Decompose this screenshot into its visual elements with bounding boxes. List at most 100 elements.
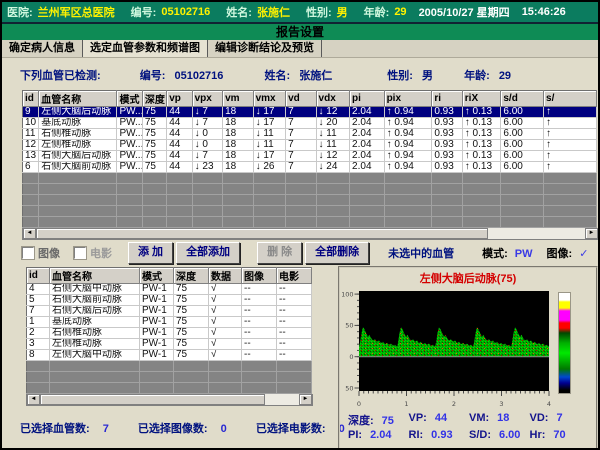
table-cell: 7 [27,306,50,317]
table-row[interactable]: 3左侧椎动脉PW-175√---- [27,339,312,350]
action-row: 图像 电影 添 加 全部添加 删 除 全部删除 未选中的血管 模式:PW 图像:… [22,242,596,264]
scroll-left-button[interactable]: ◄ [23,228,36,239]
tab-vessel-params[interactable]: 选定血管参数和频谱图 [83,40,208,57]
table-row[interactable]: 4右侧大脑中动脉PW-175√---- [27,284,312,295]
column-header[interactable]: vpx [192,91,222,107]
column-header[interactable]: 电影 [277,268,312,284]
horizontal-scrollbar[interactable]: ◄ ► [26,394,313,406]
table-row[interactable]: 7右侧大脑后动脉PW-175√---- [27,306,312,317]
table-row[interactable]: 5右侧大脑前动脉PW-175√---- [27,295,312,306]
pi-value: 2.04 [370,429,391,441]
table-row[interactable]: 8左侧大脑中动脉PW-175√---- [27,350,312,361]
column-header[interactable]: 模式 [140,268,174,284]
table-cell: 基底动脉 [50,317,140,328]
scroll-right-button[interactable]: ► [585,228,598,239]
table-cell: ↓ 17 [253,118,286,129]
empty-row [23,173,597,184]
table-cell: 44 [167,129,192,140]
scrollbar-thumb[interactable] [40,394,265,405]
column-header[interactable]: 血管名称 [39,91,117,107]
column-header[interactable]: 数据 [209,268,242,284]
id-label: 编号: [140,70,166,82]
table-cell: ↓ 0 [192,140,222,151]
page-title: 报告设置 [2,22,598,40]
table-row[interactable]: 12左侧椎动脉PW...7544↓ 018↓ 117↓ 112.04↑ 0.94… [23,140,597,151]
vd-label: VD: [530,412,549,424]
detected-caption: 下列血管已检测: [20,70,101,82]
add-all-button[interactable]: 全部添加 [176,242,240,264]
scroll-right-button[interactable]: ► [299,394,312,405]
vp-label: VP: [409,412,427,424]
column-header[interactable]: id [23,91,39,107]
table-cell: ↓ 11 [316,140,350,151]
age-label: 年龄: [364,4,390,20]
image-checkbox[interactable] [22,247,34,259]
column-header[interactable]: vp [167,91,192,107]
column-header[interactable]: vm [223,91,253,107]
table-cell: PW... [117,129,142,140]
column-header[interactable]: 血管名称 [50,268,140,284]
table-row[interactable]: 13右侧大脑后动脉PW...7544↓ 718↓ 177↓ 122.04↑ 0.… [23,151,597,162]
tab-diagnosis-preview[interactable]: 编辑诊断结论及预览 [208,40,322,57]
column-header[interactable]: 图像 [242,268,277,284]
name-value: 张施仁 [257,4,290,20]
table-cell: 0.93 [432,129,462,140]
table-cell: ↓ 7 [192,107,222,118]
patient-header-bar: 医院: 兰州军区总医院 编号: 05102716 姓名: 张施仁 性别: 男 年… [2,2,598,22]
column-header[interactable]: pix [384,91,432,107]
column-header[interactable]: vd [286,91,316,107]
table-cell: ↑ 0.94 [384,129,432,140]
empty-row [23,206,597,217]
table-cell: 75 [174,317,209,328]
column-header[interactable]: pi [350,91,385,107]
svg-text:100: 100 [342,290,354,298]
table-cell: 9 [23,107,39,118]
table-row[interactable]: 10基底动脉PW...7544↓ 718↓ 177↓ 202.04↑ 0.940… [23,118,597,129]
tab-patient-info[interactable]: 确定病人信息 [2,40,83,57]
scroll-left-button[interactable]: ◄ [27,394,40,405]
table-cell: ↓ 23 [192,162,222,173]
table-cell: PW... [117,118,142,129]
table-cell: 左侧椎动脉 [39,140,117,151]
column-header[interactable]: s/ [544,91,597,107]
table-cell: 44 [167,162,192,173]
table-row[interactable]: 9左侧大脑后动脉PW...7544↓ 718↓ 177↓ 122.04↑ 0.9… [23,107,597,118]
table-cell: 右侧大脑前动脉 [39,162,117,173]
id-value: 05102716 [174,70,223,82]
add-button[interactable]: 添 加 [128,242,173,264]
table-row[interactable]: 1基底动脉PW-175√---- [27,317,312,328]
horizontal-scrollbar[interactable]: ◄ ► [22,228,599,240]
column-header[interactable]: id [27,268,50,284]
table-cell: √ [209,328,242,339]
column-header[interactable]: ri [432,91,462,107]
column-header[interactable]: 模式 [117,91,142,107]
column-header[interactable]: vmx [253,91,286,107]
scrollbar-track[interactable] [40,394,299,405]
column-header[interactable]: s/d [501,91,544,107]
empty-row [27,361,312,372]
column-header[interactable]: 深度 [142,91,166,107]
table-row[interactable]: 2右侧椎动脉PW-175√---- [27,328,312,339]
table-cell: 左侧大脑中动脉 [50,350,140,361]
scrollbar-thumb[interactable] [36,228,488,239]
column-header[interactable]: riX [462,91,501,107]
scrollbar-track[interactable] [36,228,585,239]
age-value: 29 [394,6,406,18]
table-cell: 左侧椎动脉 [50,339,140,350]
table-row[interactable]: 11右侧椎动脉PW...7544↓ 018↓ 117↓ 112.04↑ 0.94… [23,129,597,140]
name-value: 张施仁 [299,70,332,82]
delete-button[interactable]: 删 除 [257,242,302,264]
delete-all-button[interactable]: 全部删除 [305,242,369,264]
empty-row [23,195,597,206]
empty-row [27,383,312,394]
column-header[interactable]: vdx [316,91,350,107]
column-header[interactable]: 深度 [174,268,209,284]
svg-text:3: 3 [499,400,503,408]
table-row[interactable]: 6右侧大脑前动脉PW...7544↓ 2318↓ 267↓ 242.04↑ 0.… [23,162,597,173]
table-cell: -- [242,284,277,295]
table-cell: -- [242,306,277,317]
table-cell: 6.00 [501,118,544,129]
mode-label: 模式: [482,248,508,260]
cine-checkbox[interactable] [74,247,86,259]
svg-text:1: 1 [404,400,408,408]
